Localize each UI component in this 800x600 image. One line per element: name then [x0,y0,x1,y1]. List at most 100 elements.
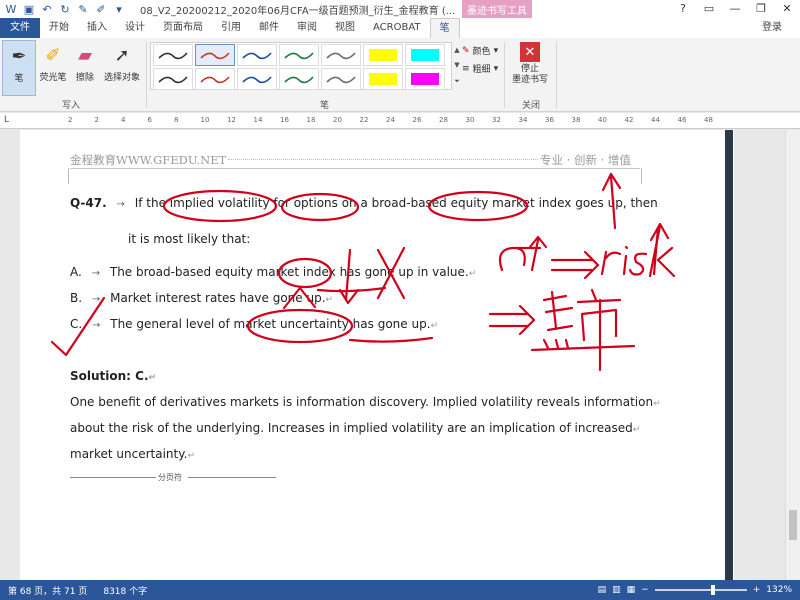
ruler-ticks: 2 2 4 6 8 10 12 14 16 18 20 22 24 26 28 30 32 34 36 38 40 42 4… [68,115,726,127]
scroll-thumb[interactable] [789,510,797,540]
zoom-level[interactable]: 132% [766,585,792,595]
option-a: A. → The broad-based equity market index… [70,265,476,279]
tab-layout[interactable]: 页面布局 [154,18,212,38]
ruler-tick-label: 16 [280,116,289,124]
pen-swatch[interactable] [237,68,277,90]
color-label: 颜色 [472,47,491,57]
ruler-tick-label: 22 [359,116,369,124]
paragraph-mark: ↵ [325,295,334,305]
pen-swatch[interactable] [195,44,235,66]
pen-swatch[interactable] [405,68,445,90]
page-count[interactable]: 第 68 页，共 71 页 [0,584,95,597]
tab-design[interactable]: 设计 [116,18,154,38]
pen-swatch[interactable] [195,68,235,90]
pen-button[interactable]: ✒ 笔 [2,40,36,96]
tab-mailings[interactable]: 邮件 [250,18,288,38]
eraser-button[interactable]: ▰ 擦除 [72,40,98,84]
ribbon-tabs: 文件 开始 插入 设计 页面布局 引用 邮件 审阅 视图 ACROBAT 笔 登… [0,18,800,38]
option-b: B. → Market interest rates have gone up.… [70,291,333,305]
pen-swatch[interactable] [237,44,277,66]
solution-line-3: market uncertainty.↵ [70,447,195,461]
highlighter-button[interactable]: ✐ 荧光笔 [38,40,68,84]
page-break-line-right [188,477,276,478]
thickness-dropdown[interactable]: ≡ 粗细 ▾ [462,62,498,76]
document-page[interactable]: 金程教育WWW.GFEDU.NET 专业 · 创新 · 增值 Q-47. → I… [20,130,734,580]
write-group-label: 写入 [62,101,81,111]
restore-icon[interactable]: ❐ [748,0,774,18]
ribbon-display-icon[interactable]: ▭ [696,0,722,18]
pen-swatch[interactable] [279,68,319,90]
tab-insert[interactable]: 插入 [78,18,116,38]
pen-swatch[interactable] [153,68,193,90]
horizontal-ruler[interactable]: L 2 2 4 6 8 10 12 14 16 18 20 22 24 26 28 30 32 34 36 38 40 4… [0,113,800,129]
pen-swatch[interactable] [363,68,403,90]
help-icon[interactable]: ? [670,0,696,18]
zoom-control: ▤ ▥ ▦ − + 132% [598,585,800,595]
tab-arrow-mark: → [92,320,101,331]
zoom-knob[interactable] [710,585,715,595]
paragraph-mark: ↵ [632,425,641,435]
tab-references[interactable]: 引用 [212,18,250,38]
ruler-tick-label: 44 [651,116,660,124]
option-b-label: B. [70,291,83,305]
option-b-text: Market interest rates have gone up. [110,291,326,305]
sign-in-link[interactable]: 登录 [762,18,800,38]
pen-quick-icon[interactable]: ✎ [76,2,90,16]
minimize-icon[interactable]: — [722,0,748,18]
close-icon[interactable]: ✕ [774,0,800,18]
ruler-tick-label: 42 [624,116,634,124]
web-layout-icon[interactable]: ▦ [627,585,636,595]
pen-swatch[interactable] [405,44,445,66]
gallery-down-icon[interactable]: ▼ [454,61,459,69]
read-mode-icon[interactable]: ▤ [598,585,607,595]
stop-inking-button[interactable]: ✕ 停止 墨迹书写 [508,42,552,86]
print-layout-icon[interactable]: ▥ [612,585,621,595]
pen-swatch[interactable] [279,44,319,66]
paragraph-mark: ↵ [653,399,661,409]
document-canvas[interactable]: 金程教育WWW.GFEDU.NET 专业 · 创新 · 增值 Q-47. → I… [0,130,785,580]
tab-arrow-mark: → [91,294,101,305]
tab-acrobat[interactable]: ACROBAT [364,18,430,38]
pen-button-label: 笔 [14,74,24,84]
ruler-tick-label: 6 [147,116,152,124]
tab-view[interactable]: 视图 [326,18,364,38]
pen-swatch[interactable] [363,44,403,66]
pen-swatch[interactable] [321,44,361,66]
gallery-up-icon[interactable]: ▲ [454,46,459,54]
pen-swatch[interactable] [321,68,361,90]
cursor-icon: ➚ [114,44,130,66]
stop-inking-label: 停止 墨迹书写 [511,64,548,85]
save-icon[interactable]: ▣ [22,2,36,16]
word-count[interactable]: 8318 个字 [95,584,155,597]
gallery-scroll[interactable]: ▲ ▼ ⏷ [452,42,462,90]
select-objects-button[interactable]: ➚ 选择对象 [100,40,144,84]
customize-toolbar-icon[interactable]: ▾ [112,2,126,16]
pen-swatch[interactable] [153,44,193,66]
tab-review[interactable]: 审阅 [288,18,326,38]
highlighter-quick-icon[interactable]: ✐ [94,2,108,16]
page-header-left: 金程教育WWW.GFEDU.NET [70,153,227,167]
ruler-tick-label: 46 [677,116,687,124]
gallery-more-icon[interactable]: ⏷ [454,77,460,86]
undo-icon[interactable]: ↶ [40,2,54,16]
tab-home[interactable]: 开始 [40,18,78,38]
redo-icon[interactable]: ↻ [58,2,72,16]
tab-file[interactable]: 文件 [0,18,40,38]
ruler-tick-label: 48 [704,116,713,124]
solution-line-1-text: One benefit of derivatives markets is in… [70,395,654,409]
header-dotted-line [228,159,538,160]
thickness-icon: ≡ [462,63,470,74]
zoom-slider[interactable] [654,585,747,595]
highlighter-icon: ✐ [45,44,61,66]
zoom-in-icon[interactable]: + [753,585,761,595]
question-text-1: If the implied volatility for options on… [134,196,658,210]
pens-group-label: 笔 [320,101,330,111]
vertical-scrollbar[interactable] [785,130,800,580]
zoom-out-icon[interactable]: − [641,585,649,595]
tab-pens[interactable]: 笔 [429,18,460,38]
color-dropdown[interactable]: ✎ 颜色 ▾ [462,44,498,58]
eraser-icon: ▰ [78,44,92,66]
tab-stop-selector[interactable]: L [4,115,9,125]
paragraph-mark: ↵ [430,321,439,331]
ruler-tick-label: 38 [571,116,581,124]
